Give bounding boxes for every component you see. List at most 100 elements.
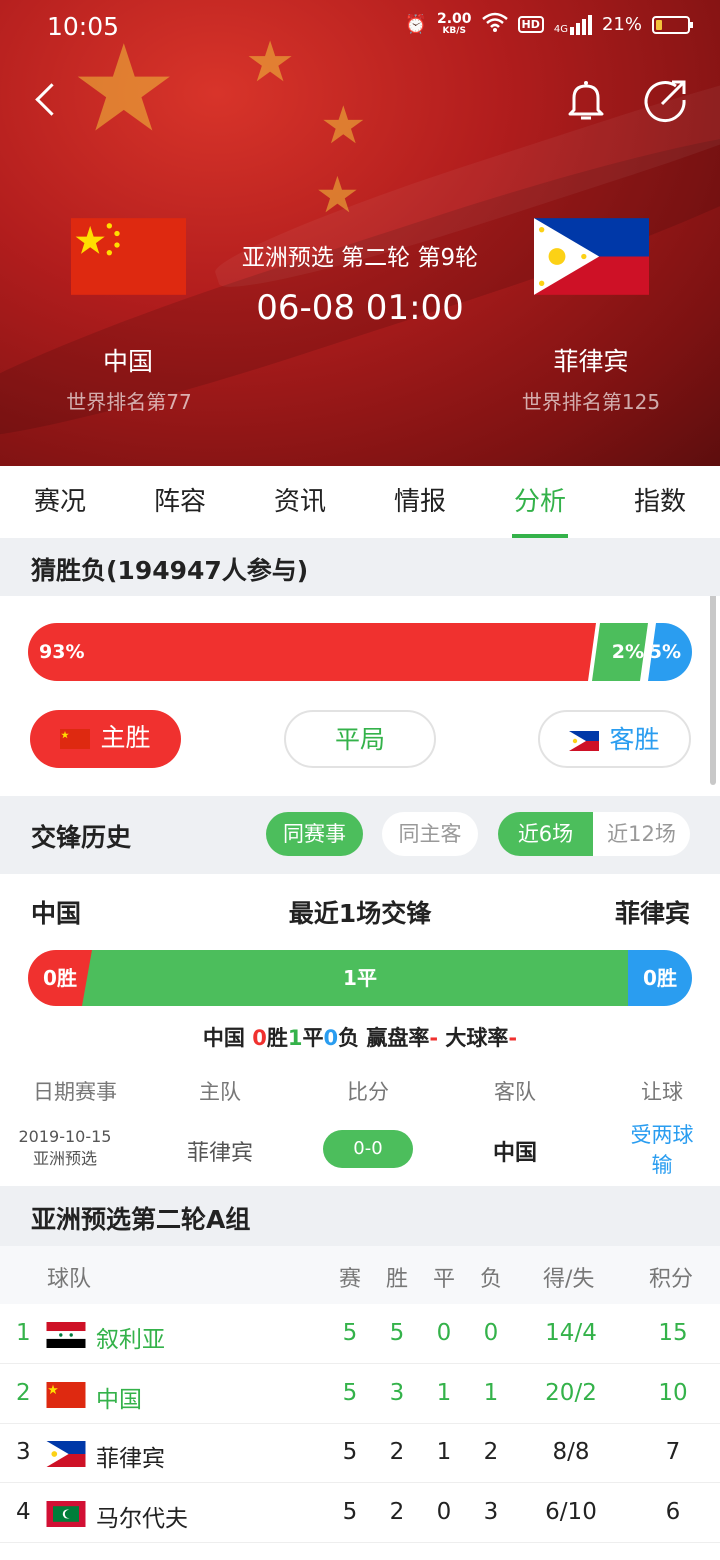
col-goals: 得/失	[543, 1267, 595, 1292]
h2h-table-header: 日期赛事 主队 比分 客队 让球	[0, 1076, 720, 1106]
match-round: 亚洲预选 第二轮 第9轮	[241, 245, 479, 271]
philippines-flag-icon	[569, 731, 600, 751]
bg-star-icon: ★	[320, 96, 367, 156]
range-12-matches[interactable]: 近12场	[593, 812, 690, 856]
wifi-icon	[481, 12, 508, 37]
share-icon[interactable]	[642, 76, 690, 124]
team-points: 15	[658, 1320, 688, 1346]
team-points: 7	[665, 1439, 681, 1465]
team-won: 5	[389, 1320, 405, 1346]
col-date-event: 日期赛事	[33, 1080, 117, 1104]
back-button[interactable]	[28, 78, 68, 122]
match-home-team: 菲律宾	[186, 1141, 253, 1166]
away-win-button[interactable]: 客胜	[538, 710, 691, 768]
team-points: 6	[665, 1498, 681, 1525]
team-played: 5	[342, 1439, 358, 1465]
team-lost: 2	[483, 1439, 499, 1465]
col-handicap: 让球	[641, 1080, 683, 1104]
team-name: 中国	[96, 1386, 142, 1413]
team-won: 2	[389, 1498, 405, 1525]
col-home: 主队	[199, 1080, 241, 1104]
china-flag-icon	[46, 1381, 86, 1408]
team-lost: 0	[483, 1320, 499, 1346]
h2h-title: 交锋历史	[31, 823, 132, 852]
home-win-button[interactable]: 主胜	[30, 710, 181, 768]
standings-section-header: 亚洲预选第二轮A组	[0, 1186, 720, 1246]
col-drawn: 平	[433, 1267, 456, 1292]
team-name: 马尔代夫	[96, 1505, 188, 1532]
tab-bar: 赛况 阵容 资讯 情报 分析 指数	[0, 466, 720, 538]
maldives-flag-icon	[46, 1500, 86, 1527]
tab-news[interactable]: 资讯	[240, 466, 360, 538]
team-played: 5	[342, 1379, 358, 1406]
team-won: 3	[389, 1379, 405, 1406]
match-date-event: 2019-10-15 亚洲预选	[18, 1127, 112, 1168]
team-goals: 6/10	[545, 1498, 597, 1525]
tab-lineup[interactable]: 阵容	[120, 466, 240, 538]
tab-odds[interactable]: 指数	[600, 466, 720, 538]
h2h-summary-title: 最近1场交锋	[288, 899, 432, 928]
standings-row[interactable]: 2 中国 5 3 1 1 20/2 10	[0, 1365, 720, 1424]
standings-header: 球队 赛 胜 平 负 得/失 积分	[0, 1246, 720, 1304]
h2h-match-row[interactable]: 2019-10-15 亚洲预选 菲律宾 0-0 中国 受两球输	[0, 1120, 720, 1180]
col-score: 比分	[347, 1080, 389, 1104]
bg-star-icon: ★	[315, 166, 360, 224]
team-goals: 14/4	[545, 1320, 597, 1346]
away-win-segment: 5%	[648, 623, 692, 681]
col-points: 积分	[649, 1267, 694, 1292]
team-drawn: 1	[436, 1439, 452, 1465]
team-lost: 3	[483, 1498, 499, 1525]
match-handicap: 受两球输	[630, 1123, 694, 1177]
h2h-result-bar: 0胜 1平 0胜	[28, 950, 692, 1006]
match-away-team: 中国	[492, 1141, 537, 1166]
team-played: 5	[342, 1320, 358, 1346]
col-lost: 负	[480, 1267, 503, 1292]
home-win-segment: 93%	[28, 623, 596, 681]
away-team-name[interactable]: 菲律宾	[491, 342, 691, 378]
team-points: 10	[658, 1379, 688, 1406]
philippines-flag-icon	[46, 1441, 86, 1467]
net-speed: 2.00 KB/S	[436, 10, 472, 36]
h2h-home-wins: 0胜	[28, 950, 92, 1006]
guess-title: 猜胜负(194947人参与)	[31, 556, 309, 585]
team-position: 3	[16, 1439, 31, 1465]
match-time: 06-08 01:00	[256, 288, 464, 328]
standings-row[interactable]: 3 菲律宾 5 2 1 2 8/8 7	[0, 1424, 720, 1483]
team-drawn: 0	[436, 1320, 452, 1346]
match-header: ★ ★ ★ ★ 10:05 ⏰ 2.00 KB/S HD 4G 21% 亚洲预选…	[0, 0, 720, 466]
home-team-rank: 世界排名第77	[66, 390, 192, 414]
filter-same-event[interactable]: 同赛事	[266, 812, 363, 856]
bell-icon[interactable]	[562, 76, 610, 124]
hd-badge: HD	[517, 16, 544, 33]
tab-analysis[interactable]: 分析	[480, 466, 600, 538]
team-won: 2	[389, 1439, 405, 1465]
standings-row[interactable]: 1 叙利亚 5 5 0 0 14/4 15	[0, 1305, 720, 1364]
battery-percent: 21%	[601, 14, 642, 35]
away-team-rank: 世界排名第125	[521, 390, 661, 414]
home-team-name[interactable]: 中国	[28, 342, 228, 378]
team-position: 1	[16, 1320, 31, 1346]
h2h-away-wins: 0胜	[628, 950, 692, 1006]
draw-button[interactable]: 平局	[284, 710, 436, 768]
team-goals: 8/8	[552, 1439, 590, 1465]
range-6-matches[interactable]: 近6场	[498, 812, 593, 856]
col-team: 球队	[47, 1267, 92, 1292]
tab-intel[interactable]: 情报	[360, 466, 480, 538]
alarm-icon: ⏰	[404, 14, 427, 35]
standings-title: 亚洲预选第二轮A组	[31, 1205, 251, 1234]
team-position: 2	[16, 1379, 31, 1406]
tab-live[interactable]: 赛况	[0, 466, 120, 538]
h2h-draws: 1平	[82, 950, 638, 1006]
h2h-stats-line: 中国 0胜1平0负 赢盘率- 大球率-	[202, 1026, 518, 1050]
signal-icon: 4G	[554, 14, 592, 35]
china-flag-icon	[60, 729, 91, 749]
match-score: 0-0	[323, 1130, 413, 1168]
guess-bar: 93% 2% 5%	[28, 623, 692, 681]
guess-section-header: 猜胜负(194947人参与)	[0, 538, 720, 596]
status-bar: 10:05 ⏰ 2.00 KB/S HD 4G 21%	[0, 0, 720, 56]
team-played: 5	[342, 1498, 358, 1525]
team-drawn: 1	[436, 1379, 452, 1406]
filter-same-home[interactable]: 同主客	[382, 812, 478, 856]
team-drawn: 0	[436, 1498, 452, 1525]
standings-row[interactable]: 4 马尔代夫 5 2 0 3 6/10 6	[0, 1484, 720, 1543]
